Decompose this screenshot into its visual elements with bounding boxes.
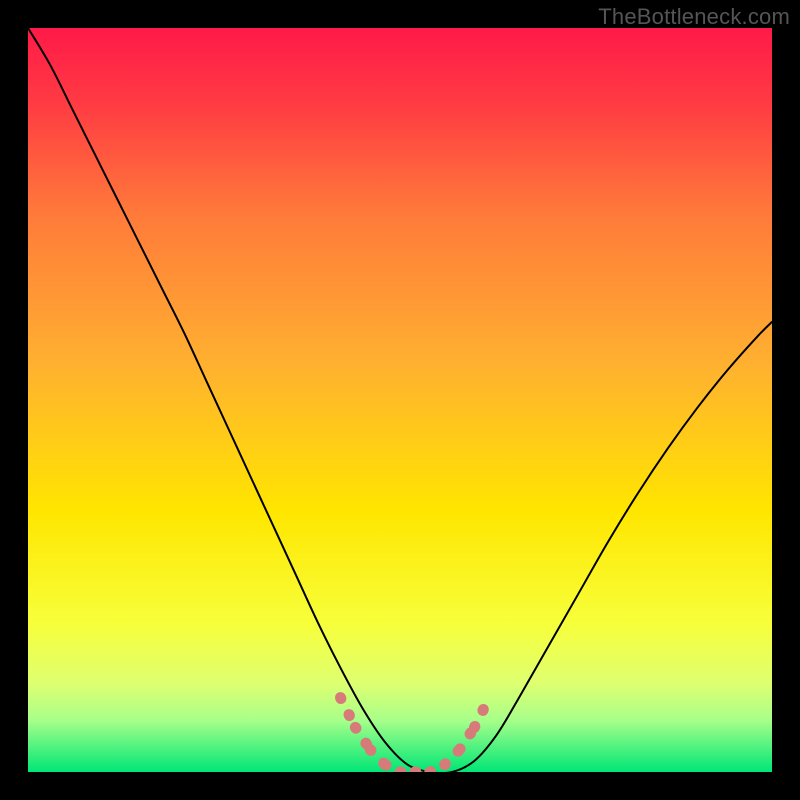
chart-background bbox=[28, 28, 772, 772]
watermark-text: TheBottleneck.com bbox=[598, 4, 790, 30]
chart-frame: TheBottleneck.com bbox=[0, 0, 800, 800]
chart-canvas bbox=[28, 28, 772, 772]
chart-svg bbox=[28, 28, 772, 772]
